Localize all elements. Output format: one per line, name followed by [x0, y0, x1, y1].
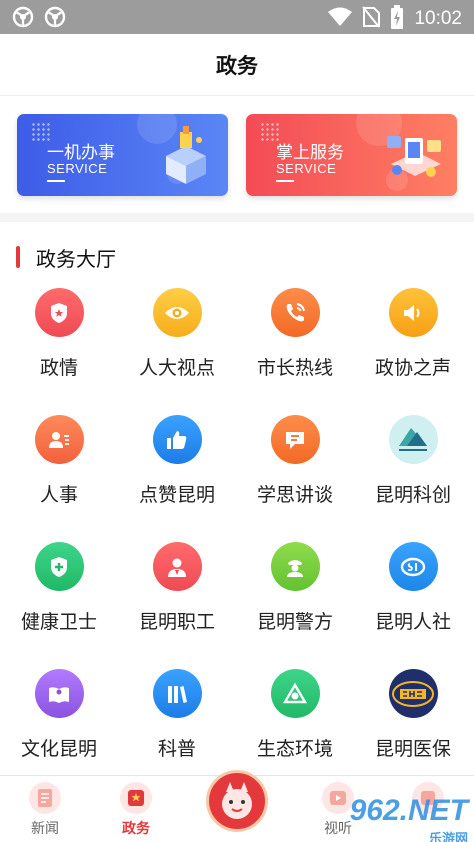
phone-icon [270, 288, 320, 337]
status-bar: 10:02 [0, 0, 474, 34]
books-shelf-icon [152, 669, 202, 718]
banner-title: 一机办事 [47, 143, 115, 163]
nav-tab-news[interactable]: 新闻 [15, 782, 75, 838]
nav-tab-label: 新闻 [31, 821, 59, 837]
grid-item-cppcc-voice[interactable]: 政协之声 [354, 288, 472, 398]
grid-item-politics[interactable]: 政情 [0, 288, 118, 398]
banner-underline [276, 180, 294, 182]
grid-item-label: 昆明职工 [138, 611, 215, 633]
book-icon [34, 669, 84, 718]
service-terminal-icon [154, 126, 214, 186]
grid-item-label: 昆明警方 [256, 611, 333, 633]
grid-item-label: 学思讲谈 [256, 484, 333, 506]
grid-item-label: 昆明科创 [374, 484, 451, 506]
banner-underline [47, 180, 65, 182]
social-security-icon [388, 542, 438, 591]
grid-item-kunming-hrss[interactable]: 昆明人社 [354, 542, 472, 652]
grid-item-kunming-medical-insurance[interactable]: 昆明医保 [354, 669, 472, 779]
grid-item-popular-science[interactable]: 科普 [118, 669, 236, 779]
health-shield-icon [34, 542, 84, 591]
nav-tab-government[interactable]: 政务 [106, 782, 166, 838]
grid-item-label: 人大视点 [138, 357, 215, 379]
mascot-icon[interactable] [206, 770, 268, 832]
wifi-icon [328, 7, 353, 31]
grid-item-label: 文化昆明 [20, 738, 97, 760]
banner-subtitle: SERVICE [276, 161, 337, 176]
chs-logo [388, 669, 438, 718]
grid-item-mayor-hotline[interactable]: 市长热线 [236, 288, 354, 398]
grid-item-kunming-workers[interactable]: 昆明职工 [118, 542, 236, 652]
eye-icon [152, 288, 202, 337]
grid-item-label: 昆明人社 [374, 611, 451, 633]
grid-item-study-talk[interactable]: 学思讲谈 [236, 415, 354, 525]
notification-icon [12, 6, 34, 32]
thumbs-up-icon [152, 415, 202, 464]
banner-mobile-service[interactable]: 掌上服务 SERVICE [246, 114, 457, 196]
grid-item-label: 昆明医保 [374, 738, 451, 760]
notification-icon [44, 6, 66, 32]
news-icon [29, 782, 61, 814]
banner-subtitle: SERVICE [47, 161, 108, 176]
speaker-icon [388, 288, 438, 337]
page-title: 政务 [216, 53, 258, 78]
grid-item-label: 健康卫士 [20, 611, 97, 633]
nav-tab-label: 政务 [122, 821, 150, 837]
banner-online-service[interactable]: 一机办事 SERVICE [17, 114, 228, 196]
grid-item-label: 政情 [39, 357, 78, 379]
government-icon [120, 782, 152, 814]
grid-item-personnel[interactable]: 人事 [0, 415, 118, 525]
grid-item-kunming-police[interactable]: 昆明警方 [236, 542, 354, 652]
watermark-subtext: 乐游网 [428, 831, 468, 842]
grid-item-label: 生态环境 [256, 738, 333, 760]
section-accent-bar [16, 246, 20, 268]
bottom-navigation: 新闻 政务 视听 962.NET 乐游网 [0, 770, 474, 842]
grid-item-like-kunming[interactable]: 点赞昆明 [118, 415, 236, 525]
grid-item-label: 点赞昆明 [138, 484, 215, 506]
grid-item-label: 科普 [157, 738, 196, 760]
grid-item-label: 人事 [39, 484, 78, 506]
nav-tab-label: 视听 [324, 821, 352, 837]
grid-item-label: 政协之声 [374, 357, 451, 379]
banner-title: 掌上服务 [276, 143, 344, 163]
police-officer-icon [270, 542, 320, 591]
battery-icon [390, 5, 404, 33]
page-header: 政务 [0, 34, 474, 96]
app-screen: 10:02 政务 一机办事 SERVICE 掌上服务 SERVICE 政务大厅 … [0, 0, 474, 842]
kunming-science-logo [388, 415, 438, 464]
watermark: 962.NET 乐游网 [350, 794, 468, 842]
no-sim-icon [362, 6, 381, 32]
grid-item-eco-environment[interactable]: 生态环境 [236, 669, 354, 779]
police-badge-icon [34, 288, 84, 337]
grid-item-npc[interactable]: 人大视点 [118, 288, 236, 398]
section-divider [0, 213, 474, 222]
person-card-icon [34, 415, 84, 464]
grid-item-label: 市长热线 [256, 357, 333, 379]
eco-triangle-icon [270, 669, 320, 718]
watermark-text: 962.NET [349, 794, 468, 827]
grid-item-health-guard[interactable]: 健康卫士 [0, 542, 118, 652]
section-header: 政务大厅 [16, 244, 116, 271]
chat-bubble-icon [270, 415, 320, 464]
worker-icon [152, 542, 202, 591]
mobile-service-icon [383, 126, 443, 186]
grid-item-culture-kunming[interactable]: 文化昆明 [0, 669, 118, 779]
grid-item-kunming-science[interactable]: 昆明科创 [354, 415, 472, 525]
section-title: 政务大厅 [36, 246, 116, 271]
status-clock: 10:02 [414, 8, 462, 29]
